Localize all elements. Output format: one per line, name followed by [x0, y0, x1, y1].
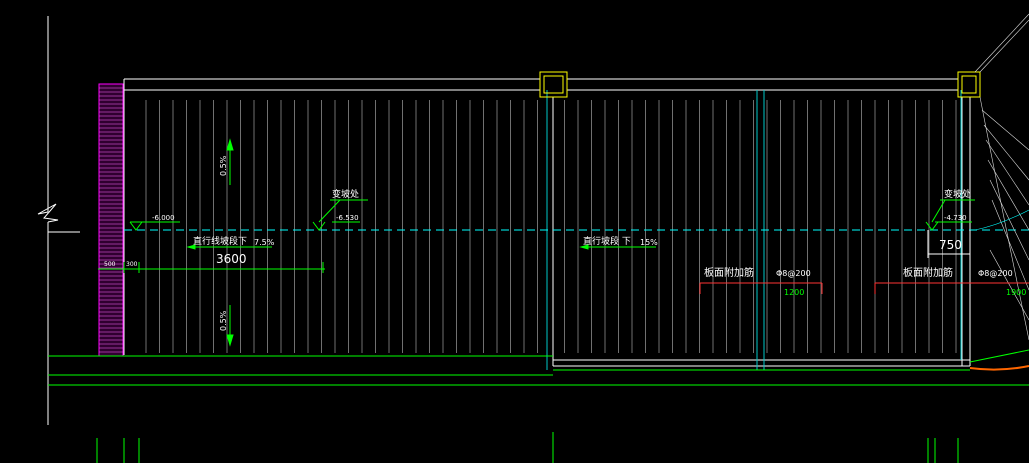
stair-strip — [98, 83, 124, 357]
slope-change-label-1: 变坡处 — [332, 188, 359, 200]
rebar-length-2: 1900 — [1006, 288, 1026, 297]
rebar-length-1: 1200 — [784, 288, 804, 297]
background — [0, 0, 1029, 463]
slope-label-up: 0.5% — [219, 155, 228, 176]
elevation-right: -4.730 — [944, 214, 967, 222]
elevation-mid: -6.530 — [336, 214, 359, 222]
dimension-500-label: 500 — [104, 261, 116, 268]
ramp-grade-1: 7.5% — [254, 238, 275, 247]
rebar-spec-1: Φ8@200 — [776, 269, 811, 278]
rebar-label-2: 板面附加筋 — [903, 266, 953, 279]
elevation-left: -6.000 — [152, 214, 175, 222]
dimension-300-label: 300 — [126, 261, 138, 268]
slope-change-label-2: 变坡处 — [944, 188, 971, 200]
dimension-750-label: 750 — [939, 238, 962, 252]
slope-label-down: 0.5% — [219, 310, 228, 331]
ramp-label-2: 直行坡段 下 — [583, 235, 631, 247]
dimension-3600-label: 3600 — [216, 252, 247, 266]
ramp-grade-2: 15% — [640, 238, 658, 247]
ramp-label-1: 直行线坡段下 — [193, 235, 247, 247]
rebar-spec-2: Φ8@200 — [978, 269, 1013, 278]
cad-drawing: 0.5% 0.5% -6.000 -6.530 变坡处 -4.730 变坡处 直… — [0, 0, 1029, 463]
rebar-label-1: 板面附加筋 — [704, 266, 754, 279]
